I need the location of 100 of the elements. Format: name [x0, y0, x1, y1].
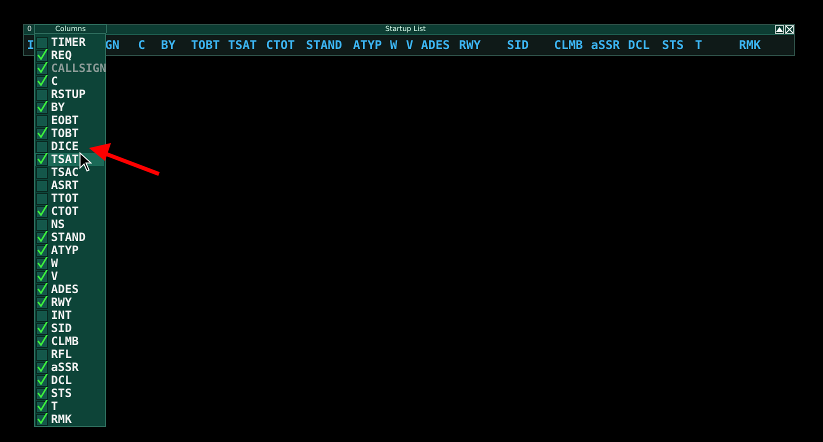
column-header[interactable]: STAND	[306, 38, 353, 52]
checkbox[interactable]	[36, 154, 48, 166]
menu-item[interactable]: W	[35, 257, 105, 270]
checkbox[interactable]	[36, 128, 48, 140]
triangle-up-icon	[776, 27, 783, 32]
check-icon	[37, 230, 48, 242]
menu-item[interactable]: RWY	[35, 296, 105, 309]
column-header[interactable]: GN	[105, 38, 138, 52]
menu-item[interactable]: INT	[35, 309, 105, 322]
check-icon	[37, 374, 48, 384]
column-header[interactable]: TOBT	[191, 38, 228, 52]
check-icon	[37, 204, 48, 216]
checkbox[interactable]	[36, 102, 48, 114]
check-icon	[37, 126, 48, 138]
menu-item[interactable]: TOBT	[35, 127, 105, 140]
menu-item[interactable]: SID	[35, 322, 105, 335]
checkbox[interactable]	[36, 50, 48, 62]
check-icon	[37, 256, 48, 268]
check-icon	[37, 100, 48, 112]
checkbox[interactable]	[36, 362, 48, 374]
column-header[interactable]: ATYP	[353, 38, 390, 52]
menu-item[interactable]: aSSR	[35, 361, 105, 374]
close-button[interactable]	[784, 25, 794, 34]
checkbox[interactable]	[36, 284, 48, 296]
checkbox[interactable]	[36, 400, 48, 412]
checkbox[interactable]	[36, 36, 48, 48]
check-icon	[37, 74, 48, 86]
menu-item[interactable]: ASRT	[35, 179, 105, 192]
column-header[interactable]: RMK	[739, 38, 779, 52]
column-header[interactable]: T	[695, 38, 739, 52]
menu-item[interactable]: STS	[35, 387, 105, 400]
checkbox[interactable]	[36, 88, 48, 100]
column-header[interactable]: ADES	[421, 38, 459, 52]
menu-item[interactable]: V	[35, 270, 105, 283]
check-icon	[37, 360, 48, 372]
checkbox[interactable]	[36, 76, 48, 88]
checkbox[interactable]	[36, 140, 48, 152]
check-icon	[37, 244, 48, 254]
column-header[interactable]: RWY	[459, 38, 507, 52]
check-icon	[37, 282, 48, 294]
column-header[interactable]: SID	[507, 38, 554, 52]
column-header[interactable]: aSSR	[591, 38, 628, 52]
checkbox[interactable]	[36, 244, 48, 256]
check-icon	[37, 386, 48, 398]
check-icon	[37, 334, 48, 346]
checkbox[interactable]	[36, 388, 48, 400]
checkbox[interactable]	[36, 310, 48, 322]
menu-item[interactable]: T	[35, 400, 105, 413]
checkbox[interactable]	[36, 232, 48, 244]
menu-item[interactable]: TTOT	[35, 192, 105, 205]
menu-item[interactable]: EOBT	[35, 114, 105, 127]
checkbox[interactable]	[36, 192, 48, 204]
checkbox[interactable]	[36, 206, 48, 218]
menu-item[interactable]: CTOT	[35, 205, 105, 218]
column-header[interactable]: C	[138, 38, 161, 52]
checkbox[interactable]	[36, 374, 48, 386]
menu-item[interactable]: BY	[35, 101, 105, 114]
menu-item[interactable]: CLMB	[35, 335, 105, 348]
collapse-button[interactable]	[774, 25, 784, 34]
check-icon	[37, 400, 48, 410]
menu-item[interactable]: TSAC	[35, 166, 105, 179]
checkbox[interactable]	[36, 166, 48, 178]
menu-item[interactable]: C	[35, 75, 105, 88]
menu-item[interactable]: DCL	[35, 374, 105, 387]
close-icon	[786, 26, 793, 33]
column-header[interactable]: DCL	[628, 38, 662, 52]
check-icon	[37, 322, 48, 332]
checkbox[interactable]	[36, 322, 48, 334]
menu-item[interactable]: RFL	[35, 348, 105, 361]
menu-item[interactable]: TIMER	[35, 36, 105, 49]
check-icon	[37, 62, 48, 72]
menu-item[interactable]: NS	[35, 218, 105, 231]
checkbox[interactable]	[36, 270, 48, 282]
menu-item[interactable]: ADES	[35, 283, 105, 296]
annotation-arrow	[89, 143, 161, 177]
column-header[interactable]: BY	[161, 38, 191, 52]
checkbox[interactable]	[36, 336, 48, 348]
menu-item[interactable]: STAND	[35, 231, 105, 244]
checkbox[interactable]	[36, 218, 48, 230]
checkbox[interactable]	[36, 258, 48, 270]
menu-item[interactable]: RSTUP	[35, 88, 105, 101]
check-icon	[37, 296, 48, 306]
check-icon	[37, 412, 48, 424]
column-header[interactable]: STS	[662, 38, 695, 52]
check-icon	[37, 152, 48, 164]
checkbox[interactable]	[36, 414, 48, 426]
menu-item[interactable]: ATYP	[35, 244, 105, 257]
pointer-cursor-icon	[79, 152, 92, 172]
column-header[interactable]: CTOT	[266, 38, 306, 52]
checkbox[interactable]	[36, 296, 48, 308]
column-header[interactable]: TSAT	[228, 38, 266, 52]
checkbox[interactable]	[36, 180, 48, 192]
menu-item[interactable]: REQ	[35, 49, 105, 62]
menu-item[interactable]: RMK	[35, 413, 105, 426]
column-header[interactable]: V	[406, 38, 421, 52]
checkbox[interactable]	[36, 114, 48, 126]
column-header[interactable]: CLMB	[554, 38, 591, 52]
checkbox[interactable]	[36, 348, 48, 360]
column-header[interactable]: W	[390, 38, 406, 52]
check-icon	[37, 270, 48, 280]
